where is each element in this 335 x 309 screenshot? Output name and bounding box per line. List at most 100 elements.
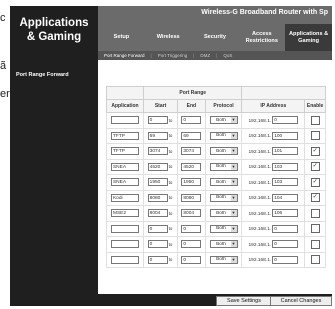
protocol-value: Both (216, 257, 226, 263)
end-port-input[interactable]: 0 (181, 240, 202, 249)
end-port-input[interactable]: 4520 (181, 162, 202, 171)
end-port-input[interactable]: 8004 (181, 209, 202, 218)
subtab-port-range-forward[interactable]: Port Range Forward (104, 53, 145, 58)
application-name-input[interactable]: TFTP (110, 147, 139, 156)
application-name-input[interactable]: SNEA (110, 178, 139, 187)
column-header-enable: Enable (304, 99, 326, 113)
enable-checkbox[interactable]: ✓ (310, 177, 320, 187)
application-name-input[interactable] (110, 116, 139, 125)
column-header-end: End (177, 99, 206, 113)
protocol-select[interactable]: Both ▼ (209, 209, 238, 218)
subtab-qos[interactable]: QoS (223, 53, 232, 58)
application-name-input[interactable] (110, 255, 139, 264)
tab-access-restrictions[interactable]: Access Restrictions (238, 24, 285, 51)
subtab-dmz[interactable]: DMZ (200, 53, 210, 58)
tab-setup[interactable]: Setup (98, 24, 145, 51)
protocol-value: Both (216, 148, 226, 154)
column-header-protocol: Protocol (204, 99, 243, 113)
enable-checkbox[interactable] (310, 239, 320, 249)
enable-checkbox[interactable] (310, 208, 320, 218)
start-port-input[interactable]: 1950 (147, 178, 168, 187)
dropdown-arrow-icon: ▼ (230, 241, 237, 248)
table-row: SNEA 4520 to 4520 Both ▼ 192.168.1. 103 ✓ (106, 158, 326, 175)
application-name-input[interactable]: MSE2 (110, 209, 139, 218)
dropdown-arrow-icon: ▼ (230, 117, 237, 124)
sub-tabs: Port Range Forward | Port Triggering | D… (98, 51, 332, 60)
section-title-line2: & Gaming (26, 31, 82, 43)
start-port-input[interactable]: 69 (147, 131, 168, 140)
tab-wireless[interactable]: Wireless (145, 24, 192, 51)
header-bar: Wireless-G Broadband Router with Sp Setu… (98, 6, 332, 60)
ip-last-octet-input[interactable]: 106 (272, 209, 299, 218)
protocol-select[interactable]: Both ▼ (209, 116, 238, 125)
ip-prefix: 192.168.1. (248, 134, 272, 140)
ip-last-octet-input[interactable]: 100 (272, 131, 299, 140)
protocol-select[interactable]: Both ▼ (209, 255, 238, 264)
start-port-input[interactable]: 0 (147, 116, 168, 125)
protocol-select[interactable]: Both ▼ (209, 224, 238, 233)
end-port-input[interactable]: 3074 (181, 147, 202, 156)
protocol-value: Both (216, 241, 226, 247)
to-label: to (168, 164, 173, 170)
ip-last-octet-input[interactable]: 0 (272, 255, 299, 264)
start-port-input[interactable]: 0 (147, 240, 168, 249)
dropdown-arrow-icon: ▼ (230, 256, 237, 263)
ip-last-octet-input[interactable]: 101 (272, 147, 299, 156)
ip-last-octet-input[interactable]: 0 (272, 224, 299, 233)
enable-checkbox[interactable] (310, 255, 320, 265)
application-name-input[interactable]: TFTP (110, 131, 139, 140)
ip-last-octet-input[interactable]: 0 (272, 116, 299, 125)
start-port-input[interactable]: 0 (147, 224, 168, 233)
end-port-input[interactable]: 0 (181, 116, 202, 125)
router-admin-window: Applications & Gaming Wireless-G Broadba… (10, 6, 332, 306)
end-port-input[interactable]: 0 (181, 255, 202, 264)
ip-last-octet-input[interactable]: 0 (272, 240, 299, 249)
ip-last-octet-input[interactable]: 103 (272, 178, 299, 187)
tab-security[interactable]: Security (192, 24, 239, 51)
end-port-input[interactable]: 69 (181, 131, 202, 140)
enable-checkbox[interactable] (310, 224, 320, 234)
application-name-input[interactable]: SNEA (110, 162, 139, 171)
protocol-select[interactable]: Both ▼ (209, 193, 238, 202)
end-port-input[interactable]: 1950 (181, 178, 202, 187)
protocol-select[interactable]: Both ▼ (209, 147, 238, 156)
start-port-input[interactable]: 8080 (147, 193, 168, 202)
protocol-select[interactable]: Both ▼ (209, 131, 238, 140)
protocol-select[interactable]: Both ▼ (209, 240, 238, 249)
end-port-input[interactable]: 8080 (181, 193, 202, 202)
protocol-select[interactable]: Both ▼ (209, 162, 238, 171)
start-port-input[interactable]: 0 (147, 255, 168, 264)
end-port-input[interactable]: 0 (181, 224, 202, 233)
port-range-rows: 0 to 0 Both ▼ 192.168.1. 0 TFTP 69 to 69 Both ▼ 192.1… (106, 112, 326, 268)
table-row: 0 to 0 Both ▼ 192.168.1. 0 (106, 220, 326, 237)
subtab-port-triggering[interactable]: Port Triggering (158, 53, 188, 58)
ip-last-octet-input[interactable]: 104 (272, 193, 299, 202)
start-port-input[interactable]: 3074 (147, 147, 168, 156)
main-tabs: Setup Wireless Security Access Restricti… (98, 24, 332, 51)
dropdown-arrow-icon: ▼ (230, 179, 237, 186)
enable-checkbox[interactable] (310, 131, 320, 141)
ip-prefix: 192.168.1. (248, 211, 272, 217)
application-name-input[interactable] (110, 240, 139, 249)
ip-prefix: 192.168.1. (248, 118, 272, 124)
ip-last-octet-input[interactable]: 103 (272, 162, 299, 171)
enable-checkbox[interactable] (310, 115, 320, 125)
enable-checkbox[interactable]: ✓ (310, 162, 320, 172)
start-port-input[interactable]: 4520 (147, 162, 168, 171)
background-text-fragment: ã (0, 60, 7, 72)
to-label: to (168, 241, 173, 247)
start-port-input[interactable]: 8004 (147, 209, 168, 218)
tab-applications-gaming[interactable]: Applications & Gaming (285, 24, 332, 51)
column-header-ip-address: IP Address (241, 99, 306, 113)
application-name-input[interactable] (110, 224, 139, 233)
enable-checkbox[interactable]: ✓ (310, 146, 320, 156)
cancel-changes-button[interactable]: Cancel Changes (270, 296, 332, 306)
column-header-application: Application (106, 99, 144, 113)
enable-checkbox[interactable]: ✓ (310, 193, 320, 203)
ip-prefix: 192.168.1. (248, 227, 272, 233)
save-settings-button[interactable]: Save Settings (216, 296, 272, 306)
dropdown-arrow-icon: ▼ (230, 225, 237, 232)
footer-bar: Save Settings Cancel Changes (98, 294, 332, 306)
application-name-input[interactable]: Kodi (110, 193, 139, 202)
protocol-select[interactable]: Both ▼ (209, 178, 238, 187)
